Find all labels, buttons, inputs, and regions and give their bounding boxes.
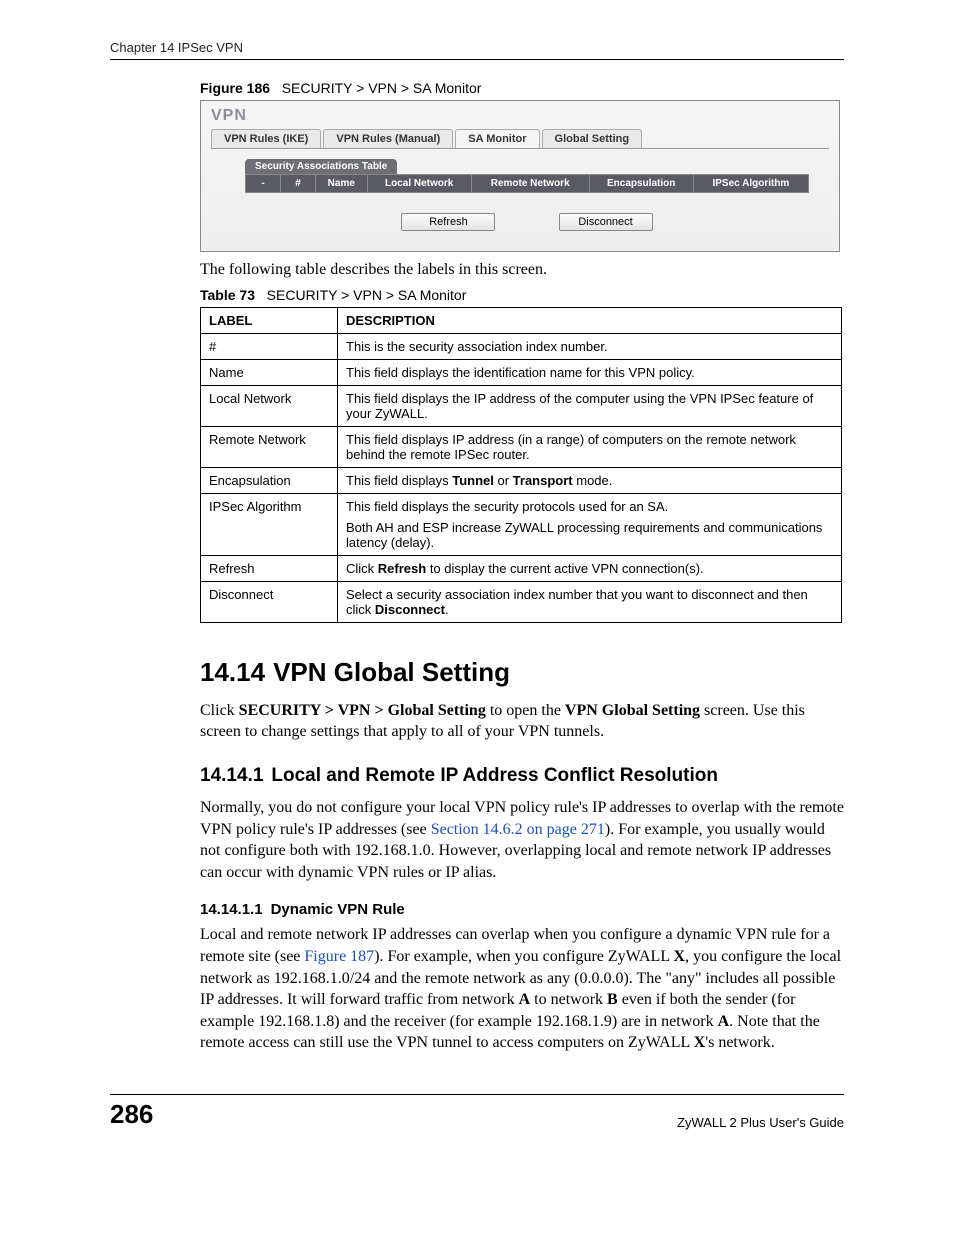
guide-title: ZyWALL 2 Plus User's Guide <box>677 1115 844 1130</box>
table-row: Disconnect Select a security association… <box>201 581 842 622</box>
vpn-ui-panel: VPN VPN Rules (IKE) VPN Rules (Manual) S… <box>200 100 840 252</box>
th-description: DESCRIPTION <box>338 307 842 333</box>
tab-vpn-rules-manual[interactable]: VPN Rules (Manual) <box>323 129 453 148</box>
heading-14-14-1-1: 14.14.1.1Dynamic VPN Rule <box>200 901 844 918</box>
table-row: Refresh Click Refresh to display the cur… <box>201 555 842 581</box>
page-number: 286 <box>110 1099 153 1130</box>
ui-tab-bar: VPN Rules (IKE) VPN Rules (Manual) SA Mo… <box>211 129 829 149</box>
table-row: Remote Network This field displays IP ad… <box>201 426 842 467</box>
para-14-14: Click SECURITY > VPN > Global Setting to… <box>200 700 844 743</box>
header-rule <box>110 59 844 60</box>
th-label: LABEL <box>201 307 338 333</box>
table-caption: Table 73 SECURITY > VPN > SA Monitor <box>200 287 844 303</box>
tab-global-setting[interactable]: Global Setting <box>542 129 643 148</box>
link-figure-187[interactable]: Figure 187 <box>304 948 374 965</box>
col-name: Name <box>316 175 368 193</box>
link-section-14-6-2[interactable]: Section 14.6.2 on page 271 <box>431 821 605 838</box>
running-header: Chapter 14 IPSec VPN <box>110 40 844 55</box>
table-row: Local Network This field displays the IP… <box>201 385 842 426</box>
table-row: Name This field displays the identificat… <box>201 359 842 385</box>
figure-caption: Figure 186 SECURITY > VPN > SA Monitor <box>200 80 844 96</box>
tab-vpn-rules-ike[interactable]: VPN Rules (IKE) <box>211 129 321 148</box>
refresh-button[interactable]: Refresh <box>401 213 495 231</box>
para-14-14-1: Normally, you do not configure your loca… <box>200 797 844 883</box>
col-select: - <box>246 175 281 193</box>
heading-14-14-1: 14.14.1Local and Remote IP Address Confl… <box>200 765 844 787</box>
col-ipsec-algorithm: IPSec Algorithm <box>693 175 808 193</box>
col-index: # <box>281 175 316 193</box>
heading-14-14: 14.14VPN Global Setting <box>200 657 844 688</box>
page-footer: 286 ZyWALL 2 Plus User's Guide <box>110 1094 844 1130</box>
col-encapsulation: Encapsulation <box>589 175 693 193</box>
col-remote-network: Remote Network <box>471 175 589 193</box>
tab-sa-monitor[interactable]: SA Monitor <box>455 129 539 148</box>
sa-table: - # Name Local Network Remote Network En… <box>245 174 809 193</box>
table-row: IPSec Algorithm This field displays the … <box>201 493 842 555</box>
col-local-network: Local Network <box>367 175 471 193</box>
description-table: LABEL DESCRIPTION # This is the security… <box>200 307 842 623</box>
intro-text: The following table describes the labels… <box>200 260 844 281</box>
disconnect-button[interactable]: Disconnect <box>559 213 653 231</box>
panel-label: Security Associations Table <box>245 159 397 174</box>
ui-title: VPN <box>211 107 829 125</box>
para-14-14-1-1: Local and remote network IP addresses ca… <box>200 924 844 1054</box>
table-row: Encapsulation This field displays Tunnel… <box>201 467 842 493</box>
table-row: # This is the security association index… <box>201 333 842 359</box>
